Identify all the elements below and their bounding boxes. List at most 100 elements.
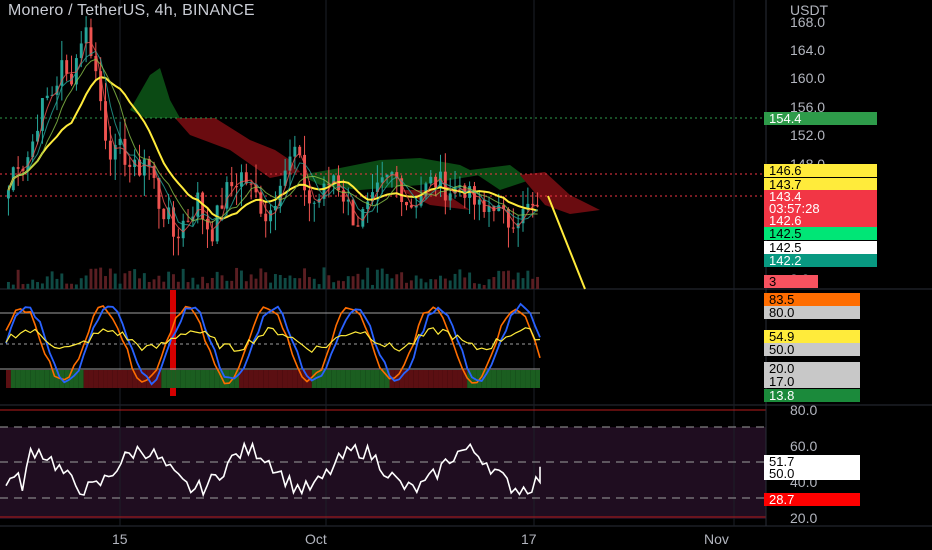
osc-bar (428, 370, 434, 388)
candle-body (312, 202, 316, 204)
volume-bar (94, 268, 98, 289)
osc-bar (438, 370, 443, 388)
osc-bar (418, 370, 424, 388)
osc-bar (44, 370, 50, 388)
volume-bar (181, 268, 185, 289)
osc-bar (190, 370, 196, 388)
volume-bar (429, 279, 433, 289)
osc-bar (447, 370, 453, 388)
osc-bar (195, 370, 201, 388)
osc-bar (360, 370, 366, 388)
volume-bar (152, 279, 156, 289)
osc-bar (345, 370, 351, 388)
candle-body (511, 227, 515, 229)
osc-bar (452, 370, 458, 388)
volume-bar (307, 277, 311, 289)
volume-bar (303, 268, 307, 289)
osc-bar (520, 370, 526, 388)
volume-bar (269, 282, 273, 289)
candle-body (356, 225, 360, 227)
osc-bar (331, 370, 337, 388)
volume-bar (327, 275, 331, 289)
rsi-tick-20: 20.0 (790, 510, 818, 526)
volume-bar (317, 284, 321, 289)
candle-body (128, 164, 132, 167)
volume-bar (341, 281, 345, 289)
volume-bar (206, 283, 209, 289)
osc-bar (78, 370, 84, 388)
candle-body (65, 60, 69, 74)
candle-body (429, 176, 433, 184)
volume-bar (239, 270, 243, 289)
osc-bar (370, 370, 375, 388)
volume-bar (273, 274, 277, 289)
volume-bar (458, 269, 462, 289)
volume-bar (79, 278, 83, 289)
volume-bar (497, 270, 501, 289)
volume-bar (351, 276, 355, 289)
volume-bar (482, 284, 486, 289)
osc-bar (112, 370, 118, 388)
volume-bar (186, 282, 190, 289)
osc-bar (258, 370, 264, 388)
osc-bar (161, 370, 167, 388)
candle-body (108, 140, 112, 160)
volume-bar (123, 273, 127, 289)
volume-bar (89, 268, 93, 289)
osc-bar (253, 370, 259, 388)
osc-bars-layer (6, 370, 540, 388)
volume-bar (191, 277, 195, 289)
osc-bar (413, 370, 419, 388)
volume-badge: 3 (764, 275, 818, 288)
osc-bar (30, 370, 36, 388)
osc-bar (127, 370, 133, 388)
time-label-oct: Oct (305, 531, 327, 547)
osc-bar (180, 370, 186, 388)
candle-body (477, 199, 481, 205)
volume-bar (210, 277, 214, 289)
candle-body (264, 213, 268, 222)
volume-bar (6, 281, 10, 289)
osc-bar (39, 370, 45, 388)
candle-body (186, 220, 190, 222)
osc-bar (277, 370, 283, 388)
volume-bar (225, 280, 229, 289)
osc-bar (171, 370, 176, 388)
osc-bar (15, 370, 21, 388)
candle-body (249, 183, 253, 185)
volume-bar (128, 270, 132, 289)
osc-badge-17: 17.0 (764, 375, 860, 388)
volume-bar (424, 282, 428, 289)
osc-bar (282, 370, 288, 388)
volume-bar (443, 278, 447, 289)
volume-bar (230, 280, 234, 289)
chart-title[interactable]: Monero / TetherUS, 4h, BINANCE (8, 2, 255, 20)
rsi-badge-50: 50.0 (764, 467, 860, 480)
volume-bar (477, 283, 481, 289)
volume-bar (104, 276, 107, 289)
volume-bar (506, 270, 510, 289)
volume-bar (322, 267, 326, 289)
volume-bar (74, 284, 78, 289)
volume-bar (108, 268, 112, 289)
osc-bar (263, 370, 269, 388)
osc-bar (122, 370, 128, 388)
volume-bar (439, 275, 442, 289)
candle-body (448, 193, 452, 201)
osc-bar (408, 370, 414, 388)
osc-bar (20, 370, 26, 388)
candle-body (181, 220, 185, 239)
osc-bar (515, 370, 521, 388)
volume-bar (278, 274, 282, 289)
candle-body (269, 210, 273, 222)
osc-bar (350, 370, 356, 388)
volume-bar (473, 283, 476, 289)
osc-bar (433, 370, 439, 388)
time-label-17: 17 (521, 531, 537, 547)
osc-bar (292, 370, 298, 388)
candle-body (84, 27, 88, 44)
volume-bar (405, 282, 408, 289)
osc-bar (525, 370, 531, 388)
osc-bar (205, 370, 210, 388)
volume-bar (235, 267, 239, 289)
